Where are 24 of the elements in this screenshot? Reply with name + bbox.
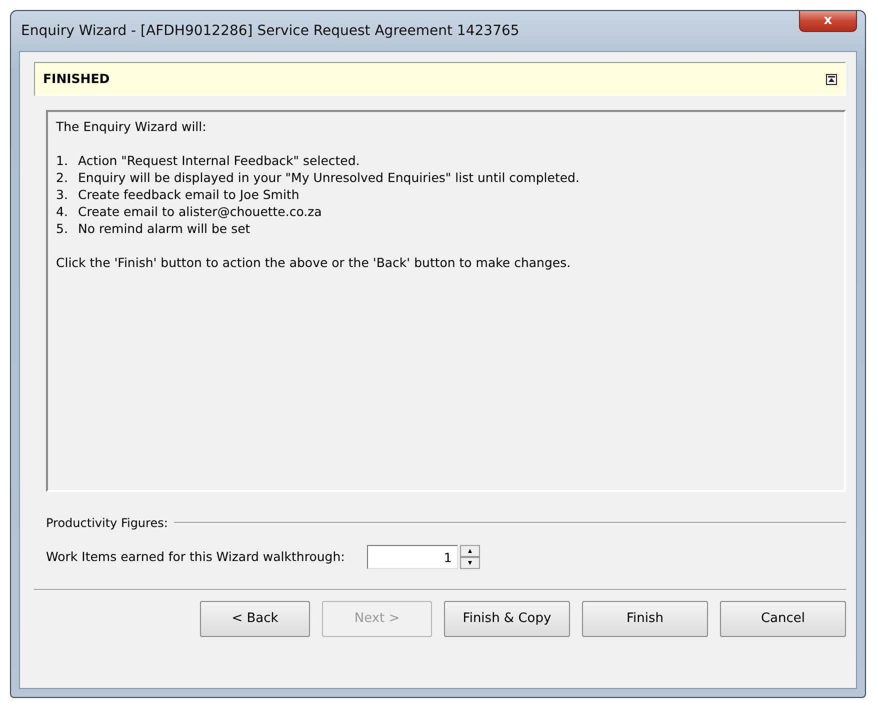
step-text: Enquiry will be displayed in your "My Unresolved Enquiries" list until completed.: [78, 170, 580, 185]
window-title: Enquiry Wizard - [AFDH9012286] Service Request Agreement 1423765: [20, 22, 520, 40]
wizard-button[interactable]: Finish & Copy: [444, 601, 570, 637]
collapse-icon[interactable]: [826, 74, 837, 84]
step-text: Create feedback email to Joe Smith: [78, 187, 300, 202]
step-number: 4.: [56, 203, 69, 220]
close-button[interactable]: x: [799, 11, 857, 32]
step-number: 3.: [56, 186, 69, 203]
step-text: Action "Request Internal Feedback" selected.: [78, 153, 360, 168]
step-text: No remind alarm will be set: [78, 221, 250, 236]
wizard-button[interactable]: Cancel: [720, 601, 846, 637]
step-number: 2.: [56, 169, 69, 186]
field-label: Work Items earned for this Wizard walkthrough:: [46, 548, 345, 566]
intro-text: The Enquiry Wizard will:: [56, 119, 206, 134]
wizard-button[interactable]: < Back: [200, 601, 310, 637]
group-label: Productivity Figures:: [46, 515, 168, 532]
step-title: FINISHED: [43, 70, 110, 88]
step-number: 1.: [56, 152, 69, 169]
spin-buttons-icon[interactable]: [460, 545, 480, 569]
step-text: Create email to alister@chouette.co.za: [78, 204, 322, 219]
instruction-text: Click the 'Finish' button to action the above or the 'Back' button to make changes.: [56, 255, 571, 270]
step-number: 5.: [56, 220, 69, 237]
number-field[interactable]: 1: [366, 545, 458, 569]
wizard-button[interactable]: Finish: [582, 601, 708, 637]
